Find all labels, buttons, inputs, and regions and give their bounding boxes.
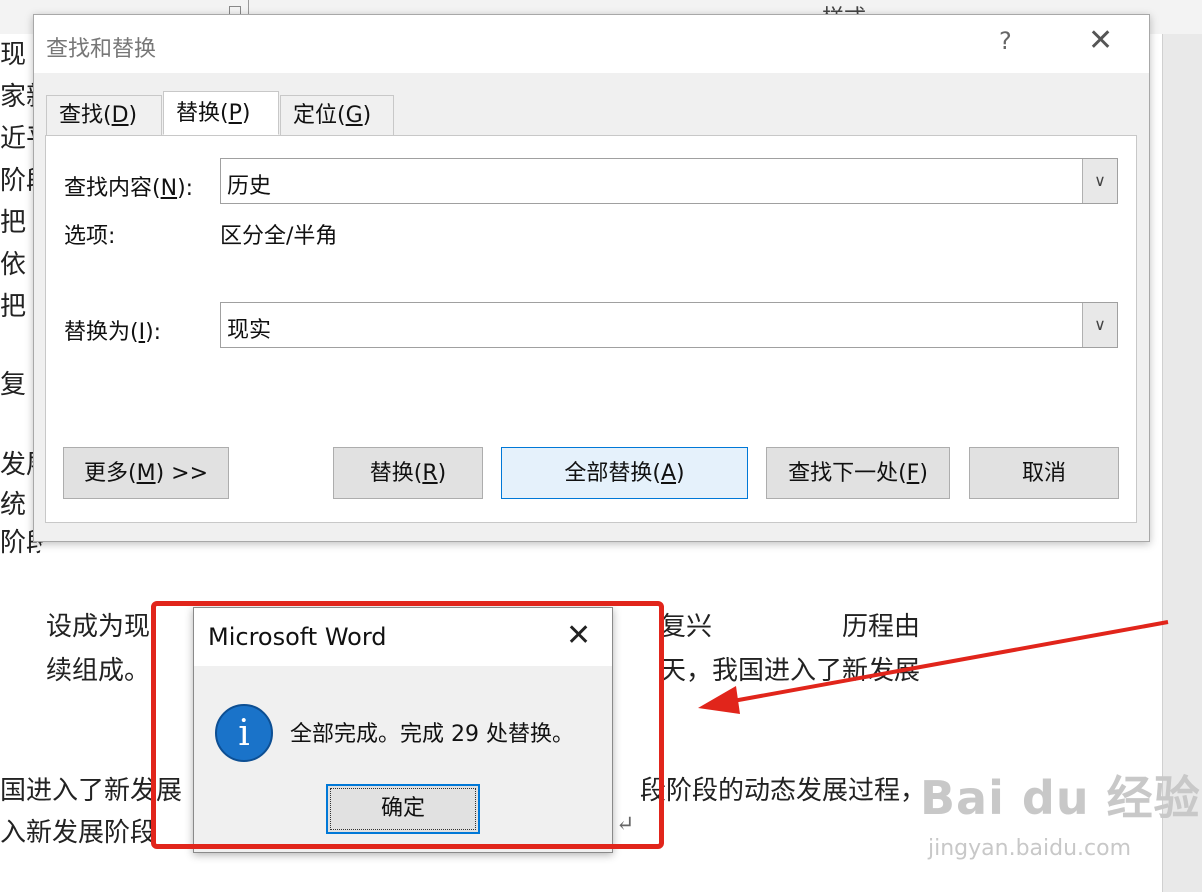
doc-text-fragment: 把	[0, 292, 27, 322]
doc-text-fragment: 续组成。	[46, 656, 151, 686]
doc-text-fragment: 现	[0, 40, 27, 70]
chevron-down-icon[interactable]: ∨	[1082, 303, 1117, 347]
close-icon[interactable]: ✕	[1088, 23, 1113, 58]
find-what-label: 查找内容(N):	[64, 176, 194, 201]
completion-message-box: Microsoft Word ✕ i 全部完成。完成 29 处替换。 确定	[193, 607, 613, 853]
doc-text-fragment: 统	[0, 490, 27, 520]
doc-text-fragment: 段阶段的动态发展过程，	[640, 776, 927, 806]
dialog-title: 查找和替换	[46, 37, 157, 62]
replace-with-label: 替换为(I):	[64, 320, 162, 345]
doc-text-fragment: 复兴	[660, 612, 713, 642]
options-value: 区分全/半角	[220, 224, 338, 249]
info-icon: i	[215, 704, 273, 762]
paragraph-mark-icon: ↵	[616, 812, 635, 837]
tab-goto[interactable]: 定位(G)	[280, 95, 394, 135]
doc-text-fragment: 复	[0, 370, 27, 400]
replace-button[interactable]: 替换(R)	[333, 447, 483, 499]
find-what-combobox[interactable]: 历史 ∨	[220, 158, 1118, 204]
help-icon[interactable]: ?	[999, 27, 1012, 55]
doc-text-fragment: 天，我国进入了新发展	[660, 656, 921, 686]
chevron-down-icon[interactable]: ∨	[1082, 159, 1117, 203]
doc-text-fragment: 依	[0, 250, 27, 280]
doc-text-fragment: 设成为现	[46, 612, 151, 642]
options-label: 选项:	[64, 224, 116, 249]
tab-replace[interactable]: 替换(P)	[163, 91, 279, 135]
message-text: 全部完成。完成 29 处替换。	[290, 722, 574, 747]
message-title-bar[interactable]: Microsoft Word ✕	[194, 608, 612, 666]
replace-all-button[interactable]: 全部替换(A)	[501, 447, 748, 499]
message-title: Microsoft Word	[208, 623, 387, 651]
close-icon[interactable]: ✕	[566, 618, 591, 653]
doc-text-fragment: 历程由	[842, 612, 921, 642]
ok-button[interactable]: 确定	[326, 784, 480, 834]
doc-text-fragment: 入新发展阶段	[0, 818, 157, 848]
doc-text-fragment: 国进入了新发展	[0, 776, 183, 806]
find-next-button[interactable]: 查找下一处(F)	[766, 447, 950, 499]
replace-with-value[interactable]: 现实	[227, 312, 271, 344]
replace-with-combobox[interactable]: 现实 ∨	[220, 302, 1118, 348]
find-what-value[interactable]: 历史	[227, 168, 271, 200]
tab-find[interactable]: 查找(D)	[46, 95, 162, 135]
find-replace-dialog: 查找和替换 ? ✕ 查找(D) 替换(P) 定位(G) 查找内容(N): 历史 …	[33, 14, 1150, 542]
more-button[interactable]: 更多(M) >>	[63, 447, 229, 499]
doc-text-fragment: 把	[0, 208, 27, 238]
baidu-jingyan-watermark: Bai du 经验 jingyan.baidu.com	[920, 771, 1201, 861]
cancel-button[interactable]: 取消	[969, 447, 1119, 499]
dialog-title-bar[interactable]: 查找和替换 ? ✕	[34, 15, 1149, 73]
